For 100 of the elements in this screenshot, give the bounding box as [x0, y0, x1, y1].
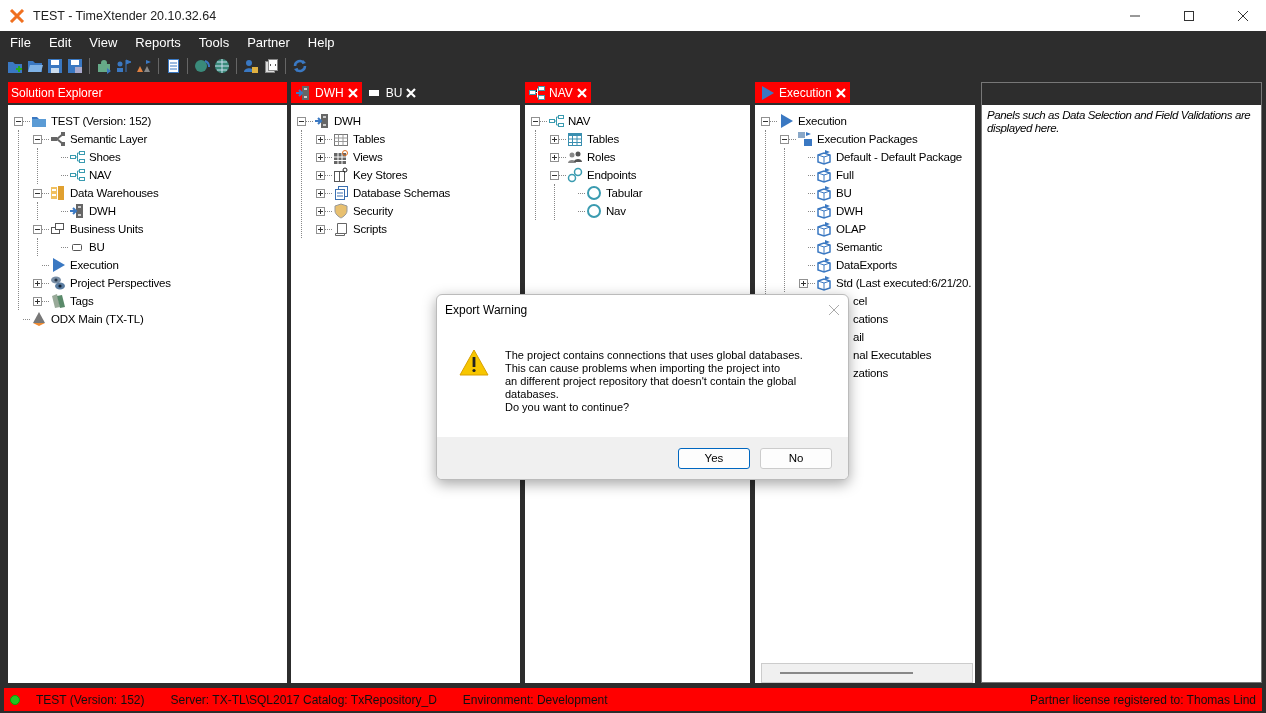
- tree-item[interactable]: Business Units: [70, 223, 144, 235]
- tab[interactable]: NAV: [525, 82, 591, 103]
- box-icon: [816, 239, 832, 255]
- database-icon: [50, 185, 66, 201]
- tree-item[interactable]: Default - Default Package: [836, 151, 963, 163]
- tree-item[interactable]: Tables: [587, 133, 620, 145]
- expand-toggle[interactable]: [316, 188, 325, 198]
- expand-toggle[interactable]: [799, 278, 808, 288]
- tree-item[interactable]: Full: [836, 169, 854, 181]
- refresh-icon[interactable]: [292, 58, 308, 74]
- tab[interactable]: BU: [361, 82, 421, 103]
- menu-item[interactable]: File: [2, 34, 39, 50]
- people-icon: [567, 149, 583, 165]
- tags-icon: [50, 293, 66, 309]
- play-icon: [759, 84, 775, 101]
- tree-item[interactable]: OLAP: [836, 223, 866, 235]
- collapse-toggle[interactable]: [33, 134, 42, 144]
- tree-item[interactable]: Views: [353, 151, 383, 163]
- tree-item[interactable]: Key Stores: [353, 169, 408, 181]
- collapse-toggle[interactable]: [33, 224, 42, 234]
- cones-flag-icon[interactable]: [136, 58, 152, 74]
- tree-item[interactable]: Security: [353, 205, 393, 217]
- expand-toggle[interactable]: [316, 152, 325, 162]
- tree-item[interactable]: Endpoints: [587, 169, 637, 181]
- tree-item[interactable]: Tabular: [606, 187, 643, 199]
- play-icon: [50, 257, 66, 273]
- tree-item[interactable]: BU: [89, 241, 105, 253]
- tree-item[interactable]: ODX Main (TX-TL): [51, 313, 144, 325]
- tree-item[interactable]: Roles: [587, 151, 616, 163]
- box-icon: [816, 257, 832, 273]
- close-icon[interactable]: [1236, 9, 1250, 22]
- tree-item[interactable]: BU: [836, 187, 852, 199]
- tree-item[interactable]: DWH: [334, 115, 361, 127]
- puzzle-icon[interactable]: [96, 58, 112, 74]
- tree-item[interactable]: TEST (Version: 152): [51, 115, 152, 127]
- tree-item[interactable]: DWH: [836, 205, 863, 217]
- tree-item[interactable]: Scripts: [353, 223, 387, 235]
- expand-toggle[interactable]: [33, 278, 42, 288]
- tree-item[interactable]: Nav: [606, 205, 626, 217]
- expand-toggle[interactable]: [550, 152, 559, 162]
- document-icon[interactable]: [165, 58, 181, 74]
- tree-item[interactable]: Std (Last executed:6/21/20.: [836, 277, 972, 289]
- dialog-title: Export Warning: [445, 303, 528, 317]
- tab[interactable]: Execution: [755, 82, 850, 103]
- save-all-icon[interactable]: [67, 58, 83, 74]
- tree-item[interactable]: DWH: [89, 205, 116, 217]
- expand-toggle[interactable]: [316, 170, 325, 180]
- menu-item[interactable]: Partner: [239, 34, 298, 50]
- save-icon[interactable]: [47, 58, 63, 74]
- circles-icon: [567, 167, 583, 183]
- expand-toggle[interactable]: [316, 134, 325, 144]
- collapse-toggle[interactable]: [550, 170, 559, 180]
- code-document-icon[interactable]: [263, 58, 279, 74]
- status-text: Server: TX-TL\SQL2017 Catalog: TxRepository_D: [170, 692, 437, 707]
- people-flag-icon[interactable]: [116, 58, 132, 74]
- tab[interactable]: DWH: [291, 82, 362, 103]
- dialog-button[interactable]: Yes: [678, 447, 750, 469]
- tree-item[interactable]: Semantic: [836, 241, 883, 253]
- dialog-button[interactable]: No: [760, 447, 832, 469]
- close-icon: [835, 87, 846, 98]
- collapse-toggle[interactable]: [33, 188, 42, 198]
- tree-item[interactable]: Project Perspectives: [70, 277, 171, 289]
- menu-item[interactable]: View: [81, 34, 126, 50]
- tree-item[interactable]: Execution: [70, 259, 119, 271]
- collapse-toggle[interactable]: [297, 116, 306, 126]
- expand-toggle[interactable]: [550, 134, 559, 144]
- box-icon: [816, 167, 832, 183]
- play-icon: [778, 113, 794, 129]
- tree-item[interactable]: Tables: [353, 133, 386, 145]
- folder-icon[interactable]: [27, 58, 43, 74]
- expand-toggle[interactable]: [316, 224, 325, 234]
- close-icon: [406, 87, 417, 98]
- globe-sync-icon[interactable]: [194, 58, 210, 74]
- tree-item[interactable]: Execution Packages: [817, 133, 918, 145]
- table-search-icon: [333, 149, 349, 165]
- globe-icon[interactable]: [214, 58, 230, 74]
- user-lock-icon[interactable]: [243, 58, 259, 74]
- tree-item[interactable]: Semantic Layer: [70, 133, 148, 145]
- menu-item[interactable]: Reports: [127, 34, 189, 50]
- collapse-toggle[interactable]: [531, 116, 540, 126]
- tree-item[interactable]: NAV: [89, 169, 112, 181]
- tree-item[interactable]: Execution: [798, 115, 847, 127]
- expand-toggle[interactable]: [316, 206, 325, 216]
- table-icon: [333, 131, 349, 147]
- tree-item[interactable]: Shoes: [89, 151, 121, 163]
- menu-item[interactable]: Edit: [40, 34, 80, 50]
- tree-item[interactable]: Tags: [70, 295, 94, 307]
- tree-item[interactable]: Data Warehouses: [70, 187, 159, 199]
- expand-toggle[interactable]: [33, 296, 42, 306]
- menu-item[interactable]: Tools: [190, 34, 238, 50]
- tree-item[interactable]: Database Schemas: [353, 187, 451, 199]
- circle-icon: [586, 203, 602, 219]
- collapse-toggle[interactable]: [761, 116, 770, 126]
- tree-item[interactable]: NAV: [568, 115, 591, 127]
- collapse-toggle[interactable]: [14, 116, 23, 126]
- menu-item[interactable]: Help: [299, 34, 343, 50]
- maximize-icon[interactable]: [1182, 9, 1196, 22]
- collapse-toggle[interactable]: [780, 134, 789, 144]
- tree-item[interactable]: DataExports: [836, 259, 898, 271]
- horizontal-scrollbar[interactable]: [761, 663, 973, 683]
